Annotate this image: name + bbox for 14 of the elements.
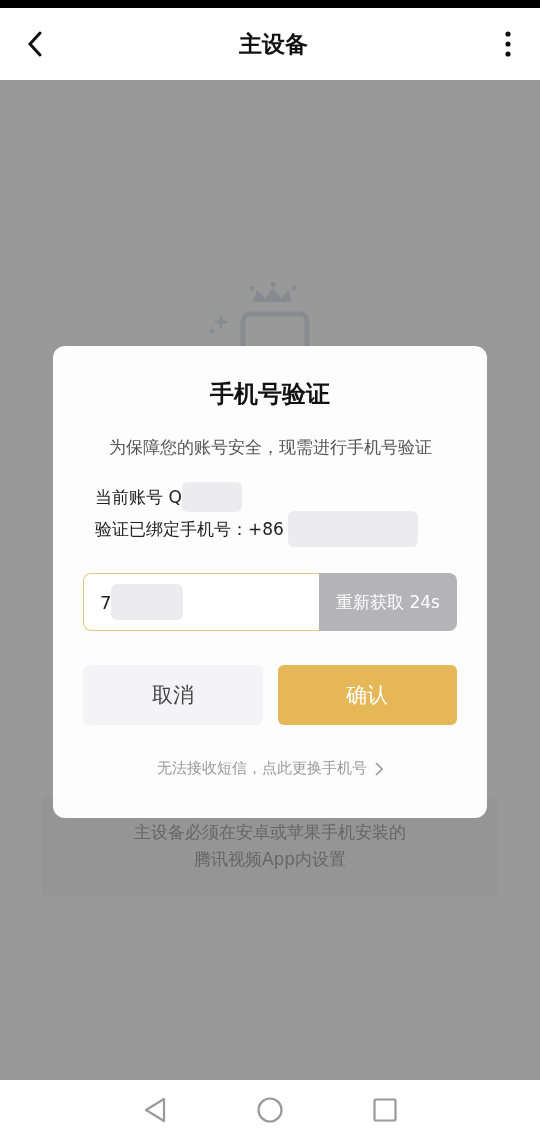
account-label: 当前账号 Q: [95, 485, 182, 509]
more-icon[interactable]: [504, 31, 512, 57]
home-icon[interactable]: [257, 1097, 283, 1123]
back-icon[interactable]: [27, 31, 43, 57]
chevron-right-icon: [375, 761, 383, 776]
dialog-button[interactable]: 取消: [83, 665, 263, 725]
page-title: 主设备: [239, 29, 308, 59]
dialog-message: 为保障您的账号安全，现需进行手机号验证: [108, 436, 432, 459]
change-phone-link[interactable]: 无法接收短信，点此更换手机号: [157, 759, 383, 778]
recent-apps-icon[interactable]: [373, 1098, 397, 1122]
code-input-field[interactable]: 7: [83, 573, 319, 631]
dialog-title: 手机号验证: [210, 379, 330, 410]
bound-phone-label: 验证已绑定手机号：+86: [95, 517, 284, 541]
dialog-button[interactable]: 确认: [277, 665, 457, 725]
